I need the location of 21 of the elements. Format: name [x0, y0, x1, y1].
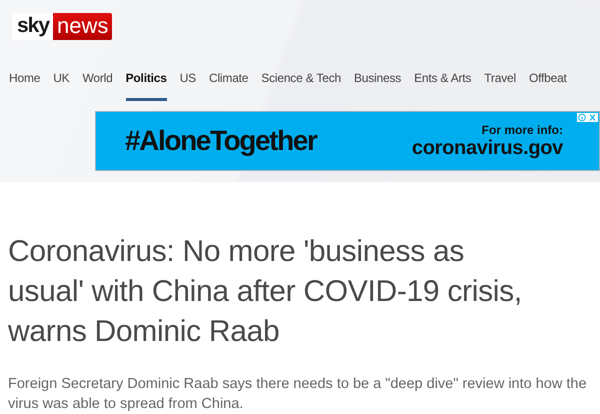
nav-link[interactable]: World — [82, 70, 113, 101]
nav-link[interactable]: Business — [354, 70, 402, 101]
nav-link[interactable]: Home — [9, 70, 40, 101]
nav-link[interactable]: Travel — [484, 70, 516, 101]
logo-sky-text: sky — [12, 13, 54, 40]
nav-link[interactable]: Politics — [126, 70, 167, 101]
nav-link[interactable]: US — [180, 70, 196, 101]
nav-link[interactable]: Offbeat — [528, 70, 567, 101]
nav-link[interactable]: UK — [53, 70, 70, 101]
ad-info-label: For more info: — [482, 122, 563, 136]
ad-choices-icon[interactable] — [577, 113, 598, 122]
logo-news-text: news — [53, 13, 112, 40]
nav-link[interactable]: Climate — [209, 70, 248, 101]
ad-banner[interactable]: #AloneTogether For more info: coronavirus.gov — [95, 111, 600, 171]
nav-link[interactable]: Science & Tech — [261, 70, 341, 101]
ad-headline: #AloneTogether — [125, 125, 316, 157]
ad-url: coronavirus.gov — [412, 136, 563, 160]
nav-link[interactable]: Ents & Arts — [414, 70, 472, 101]
article-headline: Coronavirus: No more 'business as usual' with China after COVID-19 crisis, warns Dominic Raab — [8, 234, 523, 350]
logo[interactable]: sky news — [12, 13, 112, 40]
article-summary: Foreign Secretary Dominic Raab says there needs to be a "deep dive" review into how the virus was able to spread from China. — [8, 375, 588, 414]
